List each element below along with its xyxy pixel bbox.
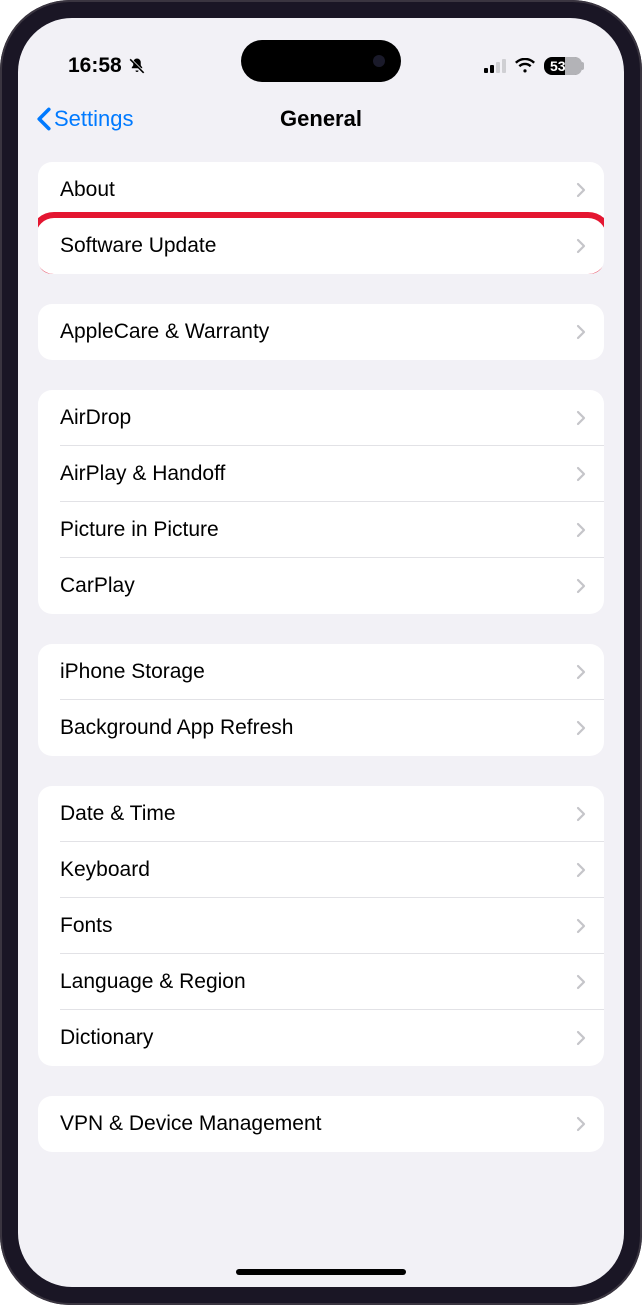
row-label: Software Update bbox=[60, 234, 216, 258]
row-software-update[interactable]: Software Update bbox=[38, 218, 604, 274]
chevron-right-icon bbox=[576, 522, 586, 538]
row-language-region[interactable]: Language & Region bbox=[38, 954, 604, 1010]
row-pip[interactable]: Picture in Picture bbox=[38, 502, 604, 558]
chevron-right-icon bbox=[576, 1116, 586, 1132]
battery-tip bbox=[582, 62, 584, 70]
battery-level: 53 bbox=[550, 58, 566, 74]
nav-title: General bbox=[280, 106, 362, 132]
row-label: CarPlay bbox=[60, 574, 135, 598]
iphone-frame: 16:58 53 bbox=[0, 0, 642, 1305]
row-label: iPhone Storage bbox=[60, 660, 205, 684]
settings-group: iPhone Storage Background App Refresh bbox=[38, 644, 604, 756]
row-airdrop[interactable]: AirDrop bbox=[38, 390, 604, 446]
chevron-right-icon bbox=[576, 720, 586, 736]
chevron-right-icon bbox=[576, 324, 586, 340]
chevron-right-icon bbox=[576, 238, 586, 254]
settings-group: Date & Time Keyboard Fonts Language & Regio… bbox=[38, 786, 604, 1066]
row-storage[interactable]: iPhone Storage bbox=[38, 644, 604, 700]
row-date-time[interactable]: Date & Time bbox=[38, 786, 604, 842]
chevron-right-icon bbox=[576, 806, 586, 822]
chevron-right-icon bbox=[576, 466, 586, 482]
back-label: Settings bbox=[54, 106, 134, 132]
chevron-right-icon bbox=[576, 862, 586, 878]
row-label: Fonts bbox=[60, 914, 113, 938]
row-vpn-device[interactable]: VPN & Device Management bbox=[38, 1096, 604, 1152]
settings-list[interactable]: About Software Update AppleCare & Warranty… bbox=[18, 152, 624, 1269]
settings-group: AppleCare & Warranty bbox=[38, 304, 604, 360]
chevron-right-icon bbox=[576, 182, 586, 198]
row-label: Keyboard bbox=[60, 858, 150, 882]
dynamic-island bbox=[241, 40, 401, 82]
battery-icon: 53 bbox=[544, 57, 582, 75]
back-button[interactable]: Settings bbox=[36, 106, 134, 132]
chevron-left-icon bbox=[36, 107, 52, 131]
chevron-right-icon bbox=[576, 1030, 586, 1046]
chevron-right-icon bbox=[576, 410, 586, 426]
settings-group: About Software Update bbox=[38, 162, 604, 274]
home-indicator[interactable] bbox=[236, 1269, 406, 1275]
settings-group: AirDrop AirPlay & Handoff Picture in Pictu… bbox=[38, 390, 604, 614]
row-fonts[interactable]: Fonts bbox=[38, 898, 604, 954]
row-label: AirPlay & Handoff bbox=[60, 462, 225, 486]
row-label: VPN & Device Management bbox=[60, 1112, 321, 1136]
row-keyboard[interactable]: Keyboard bbox=[38, 842, 604, 898]
cellular-signal-icon bbox=[484, 59, 506, 73]
row-carplay[interactable]: CarPlay bbox=[38, 558, 604, 614]
navigation-bar: Settings General bbox=[18, 90, 624, 152]
chevron-right-icon bbox=[576, 664, 586, 680]
chevron-right-icon bbox=[576, 974, 586, 990]
highlight-annotation: Software Update bbox=[38, 218, 604, 274]
row-label: AppleCare & Warranty bbox=[60, 320, 269, 344]
row-airplay[interactable]: AirPlay & Handoff bbox=[38, 446, 604, 502]
row-applecare[interactable]: AppleCare & Warranty bbox=[38, 304, 604, 360]
chevron-right-icon bbox=[576, 578, 586, 594]
row-label: Date & Time bbox=[60, 802, 176, 826]
silent-mode-icon bbox=[128, 56, 146, 76]
status-time: 16:58 bbox=[68, 54, 122, 78]
row-label: Language & Region bbox=[60, 970, 246, 994]
settings-group: VPN & Device Management bbox=[38, 1096, 604, 1152]
row-dictionary[interactable]: Dictionary bbox=[38, 1010, 604, 1066]
row-label: Background App Refresh bbox=[60, 716, 293, 740]
row-bg-refresh[interactable]: Background App Refresh bbox=[38, 700, 604, 756]
wifi-icon bbox=[514, 58, 536, 74]
row-label: Picture in Picture bbox=[60, 518, 219, 542]
row-label: About bbox=[60, 178, 115, 202]
chevron-right-icon bbox=[576, 918, 586, 934]
row-about[interactable]: About bbox=[38, 162, 604, 218]
row-label: Dictionary bbox=[60, 1026, 153, 1050]
screen: 16:58 53 bbox=[18, 18, 624, 1287]
row-label: AirDrop bbox=[60, 406, 131, 430]
